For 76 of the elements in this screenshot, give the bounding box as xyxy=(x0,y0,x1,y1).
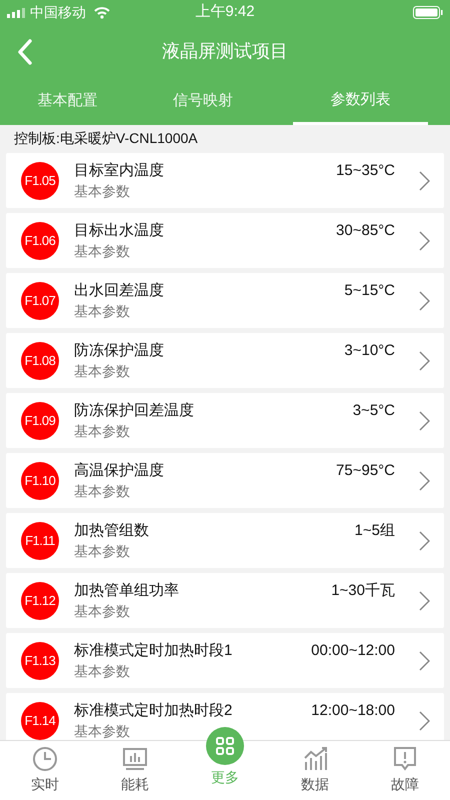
nav-tab[interactable]: 能耗 xyxy=(90,741,180,800)
back-icon xyxy=(17,38,33,64)
parameter-range: 15~35°C xyxy=(336,161,395,181)
parameter-row[interactable]: F1.06 目标出水温度 基本参数 30~85°C xyxy=(6,213,444,268)
parameter-category: 基本参数 xyxy=(74,542,130,560)
chevron-icon xyxy=(419,710,430,730)
nav-tab[interactable]: 故障 xyxy=(360,741,450,800)
parameter-range: 5~15°C xyxy=(344,281,395,301)
parameter-category: 基本参数 xyxy=(74,722,130,740)
chevron-icon xyxy=(419,530,430,550)
page-title: 液晶屏测试项目 xyxy=(162,40,288,63)
chevron-icon xyxy=(419,230,430,250)
chevron-icon xyxy=(419,650,430,670)
parameter-name: 加热管单组功率 xyxy=(74,580,179,600)
chevron-icon xyxy=(419,410,430,430)
chevron-icon xyxy=(419,290,430,310)
parameter-category: 基本参数 xyxy=(74,662,130,680)
parameter-category: 基本参数 xyxy=(74,362,130,380)
parameter-name: 加热管组数 xyxy=(74,520,149,540)
parameter-row[interactable]: F1.07 出水回差温度 基本参数 5~15°C xyxy=(6,273,444,328)
code-badge: F1.06 xyxy=(21,222,59,260)
parameter-range: 3~10°C xyxy=(344,341,395,361)
parameter-range: 3~5°C xyxy=(352,401,395,421)
chevron-icon xyxy=(419,590,430,610)
parameter-range: 12:00~18:00 xyxy=(311,701,395,721)
parameter-name: 出水回差温度 xyxy=(74,280,164,300)
parameter-name: 高温保护温度 xyxy=(74,460,164,480)
nav-tab[interactable]: 数据 xyxy=(270,741,360,800)
parameter-category: 基本参数 xyxy=(74,482,130,500)
alert-icon xyxy=(392,746,418,772)
carrier-name: 中国移动 xyxy=(30,3,86,22)
parameter-range: 00:00~12:00 xyxy=(311,641,395,661)
parameter-range: 75~95°C xyxy=(336,461,395,481)
chevron-icon xyxy=(419,350,430,370)
bar-chart-icon xyxy=(122,746,148,772)
code-badge: F1.05 xyxy=(21,162,59,200)
parameter-category: 基本参数 xyxy=(74,422,130,440)
parameter-name: 标准模式定时加热时段2 xyxy=(74,700,232,720)
parameter-row[interactable]: F1.10 高温保护温度 基本参数 75~95°C xyxy=(6,453,444,508)
parameter-row[interactable]: F1.08 防冻保护温度 基本参数 3~10°C xyxy=(6,333,444,388)
parameter-row[interactable]: F1.05 目标室内温度 基本参数 15~35°C xyxy=(6,153,444,208)
parameter-range: 1~30千瓦 xyxy=(331,581,395,601)
chevron-icon xyxy=(419,470,430,490)
chevron-icon xyxy=(419,170,430,190)
code-badge: F1.07 xyxy=(21,282,59,320)
code-badge: F1.13 xyxy=(21,642,59,680)
trend-chart-icon xyxy=(302,746,328,772)
clock-time: 上午9:42 xyxy=(195,2,255,22)
code-badge: F1.09 xyxy=(21,402,59,440)
code-badge: F1.11 xyxy=(21,522,59,560)
parameter-name: 防冻保护温度 xyxy=(74,340,164,360)
parameter-row[interactable]: F1.13 标准模式定时加热时段1 基本参数 00:00~12:00 xyxy=(6,633,444,688)
parameter-row[interactable]: F1.14 标准模式定时加热时段2 基本参数 12:00~18:00 xyxy=(6,693,444,740)
wifi-icon xyxy=(94,6,110,18)
code-badge: F1.14 xyxy=(21,702,59,740)
parameter-name: 目标出水温度 xyxy=(74,220,164,240)
parameter-name: 标准模式定时加热时段1 xyxy=(74,640,232,660)
code-badge: F1.12 xyxy=(21,582,59,620)
clock-icon xyxy=(32,746,58,772)
parameter-row[interactable]: F1.11 加热管组数 基本参数 1~5组 xyxy=(6,513,444,568)
battery-icon xyxy=(413,6,443,19)
code-badge: F1.08 xyxy=(21,342,59,380)
parameter-category: 基本参数 xyxy=(74,242,130,260)
nav-tab[interactable]: 实时 xyxy=(0,741,90,800)
parameter-name: 目标室内温度 xyxy=(74,160,164,180)
parameter-row[interactable]: F1.12 加热管单组功率 基本参数 1~30千瓦 xyxy=(6,573,444,628)
parameter-category: 基本参数 xyxy=(74,302,130,320)
controller-label: 控制板:电采暖炉V-CNL1000A xyxy=(14,129,198,148)
parameter-category: 基本参数 xyxy=(74,602,130,620)
code-badge: F1.10 xyxy=(21,462,59,500)
parameter-range: 1~5组 xyxy=(354,521,395,541)
parameter-name: 防冻保护回差温度 xyxy=(74,400,194,420)
parameter-category: 基本参数 xyxy=(74,182,130,200)
parameter-row[interactable]: F1.09 防冻保护回差温度 基本参数 3~5°C xyxy=(6,393,444,448)
signal-icon xyxy=(7,8,27,18)
parameter-range: 30~85°C xyxy=(336,221,395,241)
